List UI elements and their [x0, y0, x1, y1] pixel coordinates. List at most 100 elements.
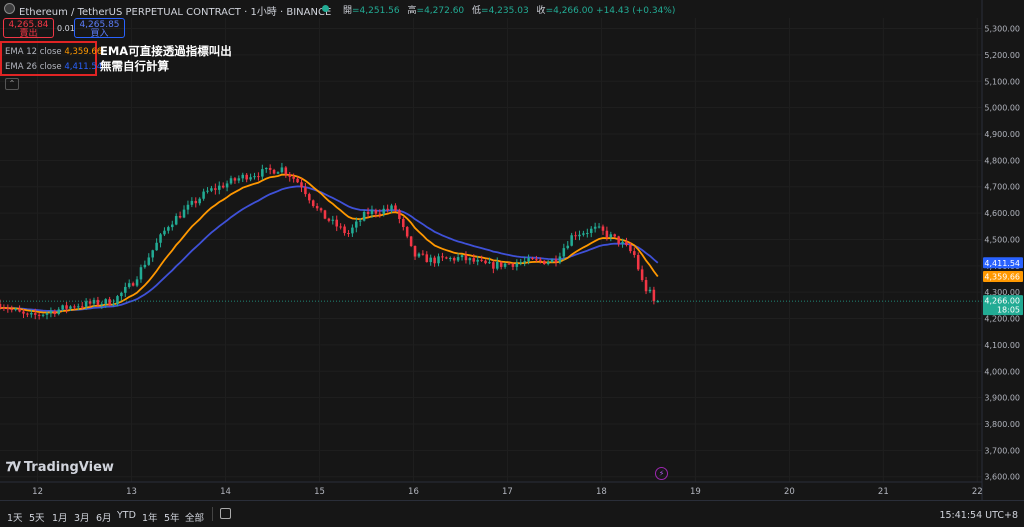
range-1y[interactable]: 1年 [142, 510, 158, 524]
candle [519, 258, 523, 266]
ethereum-icon [4, 3, 15, 14]
candle-body [507, 263, 511, 265]
candle [441, 252, 444, 262]
price-tick-label: 4,200.00 [984, 315, 1020, 324]
candle-body [120, 292, 123, 297]
candle-body [69, 306, 72, 309]
candle [586, 228, 589, 238]
last-price-tag-countdown: 18:05 [997, 306, 1020, 315]
candle-body [116, 296, 119, 305]
candle-body [261, 169, 264, 177]
tradingview-logo[interactable]: 𝟕𝐕 TradingView [6, 460, 114, 475]
candle-body [304, 187, 307, 195]
candle [194, 197, 198, 208]
sell-button[interactable]: 4,265.84 賣出 [3, 18, 54, 39]
chevron-up-icon[interactable]: ⌃ [5, 78, 19, 90]
candle-body [578, 234, 581, 237]
price-chart[interactable]: 5,300.00 5,200.00 5,100.00 5,000.00 4,900.00… [0, 0, 1024, 526]
candle-body [378, 213, 382, 215]
candle-body [460, 255, 464, 258]
candle [253, 172, 256, 180]
candle-body [124, 286, 127, 293]
ema26-value: 4,411.54 [64, 62, 103, 72]
candle [398, 208, 401, 224]
candle [147, 253, 151, 266]
range-6m[interactable]: 6月 [96, 510, 112, 524]
sell-label: 賣出 [19, 29, 38, 39]
candle-body [480, 259, 483, 261]
candle [409, 235, 413, 248]
range-3m[interactable]: 3月 [74, 510, 90, 524]
candle-body [417, 253, 421, 257]
ema26-legend-row[interactable]: EMA 26 close 4,411.54 [5, 62, 102, 72]
candle [182, 205, 186, 219]
candle-body [539, 259, 542, 261]
candle-body [449, 257, 452, 259]
candle-body [421, 253, 425, 255]
close-value: =4,266.00 +14.43 (+0.34%) [545, 6, 676, 16]
candle-body [171, 224, 174, 228]
candle [331, 215, 335, 225]
calendar-icon[interactable] [220, 508, 231, 519]
candle [445, 256, 448, 260]
candle [264, 167, 268, 173]
candle-body [221, 185, 225, 188]
candle [206, 187, 209, 194]
range-5y[interactable]: 5年 [164, 510, 180, 524]
range-all[interactable]: 全部 [185, 510, 204, 524]
candle-body [492, 262, 495, 269]
candle-body [311, 200, 315, 207]
candle-body [18, 308, 21, 312]
candle-body [413, 246, 417, 257]
candle [433, 255, 436, 267]
candle [304, 183, 307, 197]
candle [268, 164, 272, 175]
candle-body [2, 307, 6, 309]
indicator-legend: EMA 12 close 4,359.66 EMA 26 close 4,411… [0, 41, 102, 76]
candle-body [405, 227, 409, 237]
logo-text: TradingView [23, 460, 114, 475]
candle-body [362, 211, 366, 221]
chart-header: Ethereum / TetherUS PERPETUAL CONTRACT ·… [0, 0, 1024, 18]
candle-body [241, 174, 245, 179]
candle-body [49, 311, 53, 314]
candle [155, 238, 158, 251]
ema12-value: 4,359.66 [64, 47, 103, 57]
time-tick-label: 17 [502, 487, 513, 497]
candle [159, 233, 162, 248]
candle [49, 307, 53, 318]
candle-body [135, 279, 139, 286]
candle-body [503, 263, 507, 267]
last-price-tag: 4,266.0018:05 [983, 295, 1023, 316]
lightning-icon[interactable]: ⚡ [655, 467, 668, 480]
candle [174, 213, 178, 226]
symbol-title[interactable]: Ethereum / TetherUS PERPETUAL CONTRACT ·… [19, 3, 331, 18]
ema12-price-tag-text: 4,359.66 [984, 272, 1020, 281]
low-value: =4,235.03 [481, 6, 529, 16]
candle [468, 257, 472, 265]
ema12-legend-row[interactable]: EMA 12 close 4,359.66 [5, 47, 102, 57]
clock-readout[interactable]: 15:41:54 UTC+8 [939, 510, 1018, 521]
range-5d[interactable]: 5天 [29, 510, 45, 524]
candle-body [523, 261, 526, 263]
candle-body [609, 234, 613, 238]
candle [257, 172, 260, 181]
buy-button[interactable]: 4,265.85 買入 [74, 18, 125, 39]
low-label: 低 [472, 6, 482, 16]
candle [225, 180, 229, 192]
candle-body [284, 167, 288, 175]
candle-body [33, 313, 37, 315]
time-tick-label: 21 [878, 487, 889, 497]
candle [237, 175, 241, 184]
candle [202, 188, 205, 201]
candle [492, 260, 495, 274]
candle-body [155, 242, 158, 251]
range-1d[interactable]: 1天 [7, 510, 23, 524]
range-ytd[interactable]: YTD [117, 510, 136, 521]
candle [554, 255, 558, 267]
candle-body [288, 174, 292, 177]
candle-body [77, 306, 80, 308]
candle-body [343, 226, 346, 234]
range-1m[interactable]: 1月 [52, 510, 68, 524]
candle-body [433, 257, 436, 264]
